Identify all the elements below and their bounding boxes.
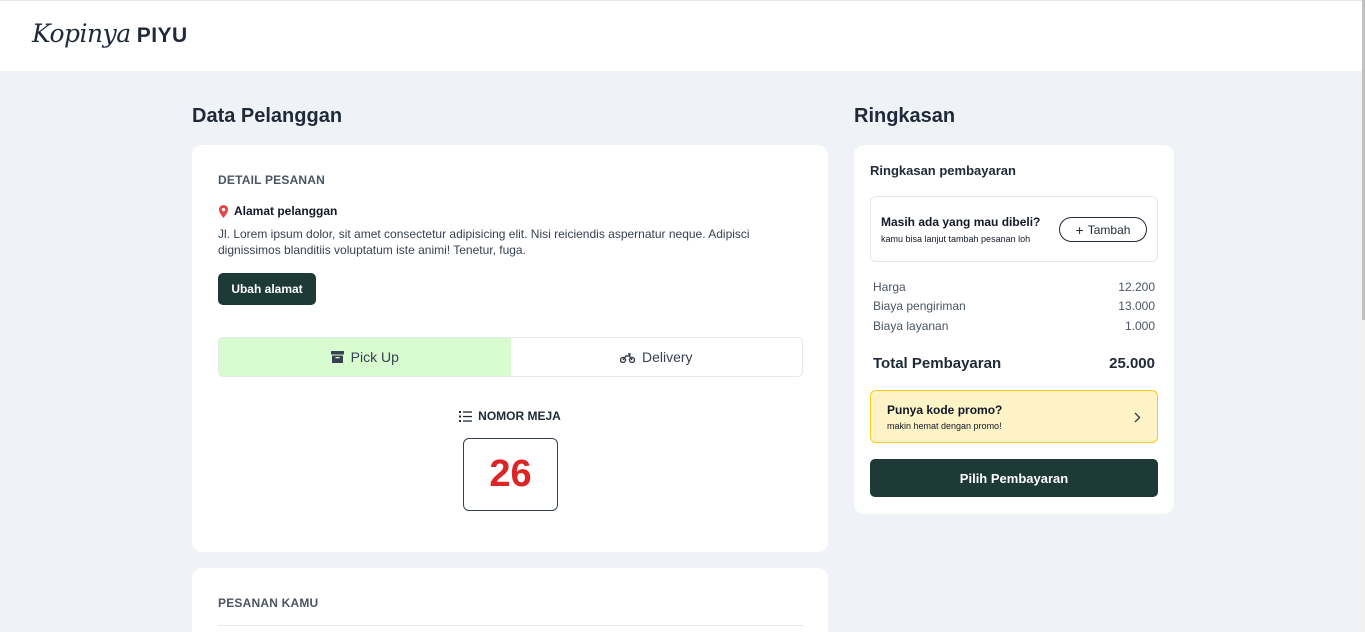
total-row: Total Pembayaran 25.000 <box>873 355 1155 372</box>
archive-box-icon <box>330 351 344 363</box>
customer-data-title: Data Pelanggan <box>192 105 343 127</box>
choose-payment-button[interactable]: Pilih Pembayaran <box>870 459 1158 497</box>
navbar: Kopinya PIYU <box>0 0 1362 71</box>
delivery-label: Delivery <box>641 349 693 365</box>
address-heading: Alamat pelanggan <box>218 204 337 218</box>
service-fee-value: 1.000 <box>1124 319 1155 333</box>
order-detail-card: DETAIL PESANAN Alamat pelanggan Jl. Lore… <box>192 145 828 552</box>
price-value: 12.200 <box>1118 280 1155 294</box>
location-pin-icon <box>218 204 229 218</box>
pickup-label: Pick Up <box>350 349 399 365</box>
service-fee-label: Biaya layanan <box>873 319 949 333</box>
detail-label: DETAIL PESANAN <box>218 173 326 187</box>
order-type-toggle: Pick Up Delivery <box>218 337 803 377</box>
upsell-title: Masih ada yang mau dibeli? <box>881 215 1041 229</box>
address-title: Alamat pelanggan <box>234 204 338 218</box>
upsell-text: kamu bisa lanjut tambah pesanan loh <box>881 234 1031 244</box>
add-order-button[interactable]: + Tambah <box>1059 217 1147 242</box>
numbered-list-icon <box>459 410 473 422</box>
promo-code-box[interactable]: Punya kode promo? makin hemat dengan pro… <box>870 390 1158 443</box>
brand-logo[interactable]: Kopinya PIYU <box>32 19 188 48</box>
price-label: Harga <box>873 280 906 294</box>
change-address-button[interactable]: Ubah alamat <box>218 273 316 305</box>
brand-script: Kopinya <box>32 19 131 48</box>
motorbike-icon <box>619 352 635 363</box>
plus-icon: + <box>1075 221 1084 238</box>
table-number-box: 26 <box>463 438 558 511</box>
delivery-option[interactable]: Delivery <box>511 338 803 376</box>
shipping-value: 13.000 <box>1118 299 1155 313</box>
upsell-box: Masih ada yang mau dibeli? kamu bisa lan… <box>870 196 1158 262</box>
chevron-right-icon <box>1134 412 1141 423</box>
price-row: Harga 12.200 <box>873 280 1155 294</box>
orders-label: PESANAN KAMU <box>218 596 319 610</box>
address-text: Jl. Lorem ipsum dolor, sit amet consecte… <box>218 227 750 257</box>
orders-card: PESANAN KAMU <box>192 568 828 632</box>
pickup-option[interactable]: Pick Up <box>219 338 511 376</box>
shipping-label: Biaya pengiriman <box>873 299 966 313</box>
promo-title: Punya kode promo? <box>887 403 1003 417</box>
brand-name: PIYU <box>136 24 188 47</box>
service-fee-row: Biaya layanan 1.000 <box>873 319 1155 333</box>
promo-text: makin hemat dengan promo! <box>887 421 1002 431</box>
add-order-label: Tambah <box>1087 222 1131 237</box>
table-number-heading: NOMOR MEJA <box>192 409 828 423</box>
divider <box>218 625 803 626</box>
total-value: 25.000 <box>1109 355 1155 372</box>
total-label: Total Pembayaran <box>873 355 1002 372</box>
shipping-row: Biaya pengiriman 13.000 <box>873 299 1155 313</box>
summary-card: Ringkasan pembayaran Masih ada yang mau … <box>854 145 1174 514</box>
summary-subtitle: Ringkasan pembayaran <box>870 163 1016 178</box>
table-number-label: NOMOR MEJA <box>478 409 561 423</box>
summary-title: Ringkasan <box>854 105 956 127</box>
